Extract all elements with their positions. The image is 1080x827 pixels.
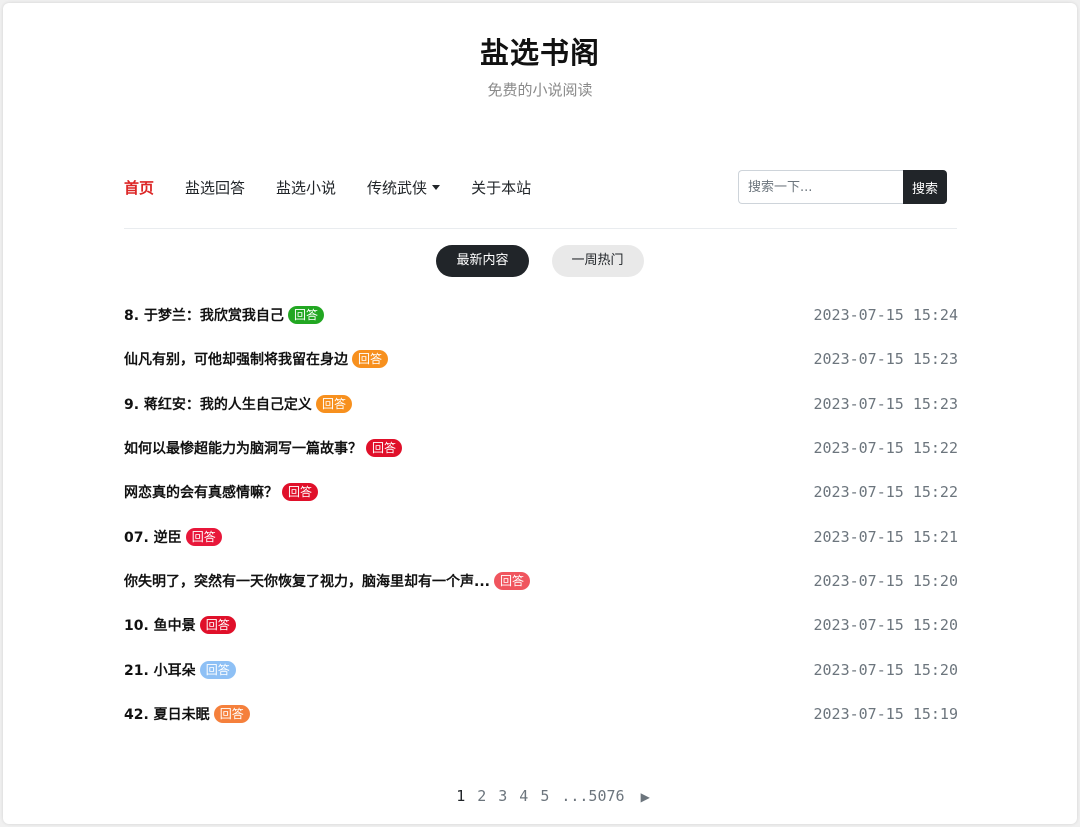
- article-row: 42. 夏日未眠 回答 2023-07-15 15:19: [124, 692, 958, 736]
- nav-item-label: 盐选回答: [185, 178, 246, 197]
- next-page-icon[interactable]: ▶: [641, 787, 650, 807]
- site-title[interactable]: 盐选书阁: [0, 30, 1080, 72]
- article-row: 10. 鱼中景 回答 2023-07-15 15:20: [124, 603, 958, 647]
- article-timestamp: 2023-07-15 15:23: [813, 350, 959, 369]
- article-title-link[interactable]: 你失明了，突然有一天你恢复了视力，脑海里却有一个声...: [124, 571, 490, 591]
- article-main: 网恋真的会有真感情嘛？ 回答: [124, 482, 319, 502]
- article-row: 21. 小耳朵 回答 2023-07-15 15:20: [124, 647, 958, 691]
- page-link[interactable]: 5: [540, 787, 549, 807]
- page-current[interactable]: 1: [456, 787, 465, 807]
- article-title-link[interactable]: 21. 小耳朵: [124, 660, 196, 680]
- content-tabs: 最新内容 一周热门: [0, 245, 1080, 277]
- category-badge[interactable]: 回答: [282, 483, 319, 502]
- article-row: 网恋真的会有真感情嘛？ 回答 2023-07-15 15:22: [124, 470, 958, 514]
- article-timestamp: 2023-07-15 15:22: [813, 483, 959, 502]
- search-input[interactable]: [738, 170, 903, 204]
- nav-item-about[interactable]: 关于本站: [471, 177, 531, 198]
- article-row: 8. 于梦兰：我欣赏我自己 回答 2023-07-15 15:24: [124, 293, 958, 337]
- article-row: 你失明了，突然有一天你恢复了视力，脑海里却有一个声... 回答 2023-07-15…: [124, 559, 958, 603]
- page-link[interactable]: 4: [519, 787, 528, 807]
- tab-latest[interactable]: 最新内容: [436, 245, 529, 277]
- article-main: 21. 小耳朵 回答: [124, 660, 236, 680]
- nav-item-label: 传统武侠: [367, 178, 428, 197]
- article-row: 9. 蒋红安：我的人生自己定义 回答 2023-07-15 15:23: [124, 382, 958, 426]
- article-timestamp: 2023-07-15 15:21: [813, 527, 959, 546]
- article-title-link[interactable]: 42. 夏日未眠: [124, 704, 210, 724]
- article-row: 仙凡有别，可他却强制将我留在身边 回答 2023-07-15 15:23: [124, 337, 958, 381]
- article-timestamp: 2023-07-15 15:22: [813, 439, 959, 458]
- article-timestamp: 2023-07-15 15:20: [813, 660, 959, 679]
- article-main: 仙凡有别，可他却强制将我留在身边 回答: [124, 349, 389, 369]
- article-title-link[interactable]: 07. 逆臣: [124, 527, 182, 547]
- category-badge[interactable]: 回答: [199, 616, 236, 635]
- search-button[interactable]: 搜索: [903, 170, 947, 204]
- article-row: 如何以最惨超能力为脑洞写一篇故事？ 回答 2023-07-15 15:22: [124, 426, 958, 470]
- page-link[interactable]: 2: [477, 787, 486, 807]
- article-title-link[interactable]: 10. 鱼中景: [124, 615, 196, 635]
- nav-item-label: 关于本站: [471, 178, 532, 197]
- category-badge[interactable]: 回答: [366, 439, 403, 458]
- nav-item-home[interactable]: 首页: [124, 177, 154, 198]
- article-timestamp: 2023-07-15 15:23: [813, 394, 959, 413]
- article-timestamp: 2023-07-15 15:19: [813, 704, 959, 723]
- article-list: 8. 于梦兰：我欣赏我自己 回答 2023-07-15 15:24 仙凡有别，可他却强…: [124, 293, 958, 736]
- category-badge[interactable]: 回答: [287, 306, 324, 325]
- category-badge[interactable]: 回答: [199, 660, 236, 679]
- article-timestamp: 2023-07-15 15:20: [813, 571, 959, 590]
- article-main: 10. 鱼中景 回答: [124, 615, 236, 635]
- article-title-link[interactable]: 9. 蒋红安：我的人生自己定义: [124, 394, 312, 414]
- article-title-link[interactable]: 仙凡有别，可他却强制将我留在身边: [124, 349, 348, 369]
- article-main: 07. 逆臣 回答: [124, 527, 222, 547]
- article-main: 你失明了，突然有一天你恢复了视力，脑海里却有一个声... 回答: [124, 571, 530, 591]
- nav-divider: [124, 228, 957, 229]
- article-row: 07. 逆臣 回答 2023-07-15 15:21: [124, 514, 958, 558]
- nav-item-label: 首页: [124, 178, 155, 197]
- caret-down-icon: [432, 184, 441, 190]
- article-title-link[interactable]: 如何以最惨超能力为脑洞写一篇故事？: [124, 438, 362, 458]
- nav-item-wuxia-dropdown[interactable]: 传统武侠: [367, 177, 441, 198]
- page-link[interactable]: 3: [498, 787, 507, 807]
- article-main: 8. 于梦兰：我欣赏我自己 回答: [124, 305, 324, 325]
- nav-item-yanxuan-novels[interactable]: 盐选小说: [276, 177, 336, 198]
- category-badge[interactable]: 回答: [213, 704, 250, 723]
- nav-item-yanxuan-answers[interactable]: 盐选回答: [185, 177, 245, 198]
- nav-item-label: 盐选小说: [276, 178, 337, 197]
- article-main: 9. 蒋红安：我的人生自己定义 回答: [124, 394, 352, 414]
- article-title-link[interactable]: 8. 于梦兰：我欣赏我自己: [124, 305, 284, 325]
- category-badge[interactable]: 回答: [493, 571, 530, 590]
- article-title-link[interactable]: 网恋真的会有真感情嘛？: [124, 482, 278, 502]
- tab-weekly-hot[interactable]: 一周热门: [551, 245, 644, 277]
- category-badge[interactable]: 回答: [185, 527, 222, 546]
- pagination: 1 2 3 4 5 ...5076 ▶: [0, 787, 1080, 807]
- search-form: 搜索: [738, 170, 947, 204]
- article-timestamp: 2023-07-15 15:24: [813, 306, 959, 325]
- page-link[interactable]: ...5076: [561, 787, 624, 807]
- category-badge[interactable]: 回答: [315, 394, 352, 413]
- article-main: 42. 夏日未眠 回答: [124, 704, 250, 724]
- article-timestamp: 2023-07-15 15:20: [813, 616, 959, 635]
- main-nav: 首页 盐选回答 盐选小说 传统武侠 关于本站: [124, 170, 562, 204]
- site-subtitle: 免费的小说阅读: [487, 81, 593, 99]
- article-main: 如何以最惨超能力为脑洞写一篇故事？ 回答: [124, 438, 403, 458]
- category-badge[interactable]: 回答: [352, 350, 389, 369]
